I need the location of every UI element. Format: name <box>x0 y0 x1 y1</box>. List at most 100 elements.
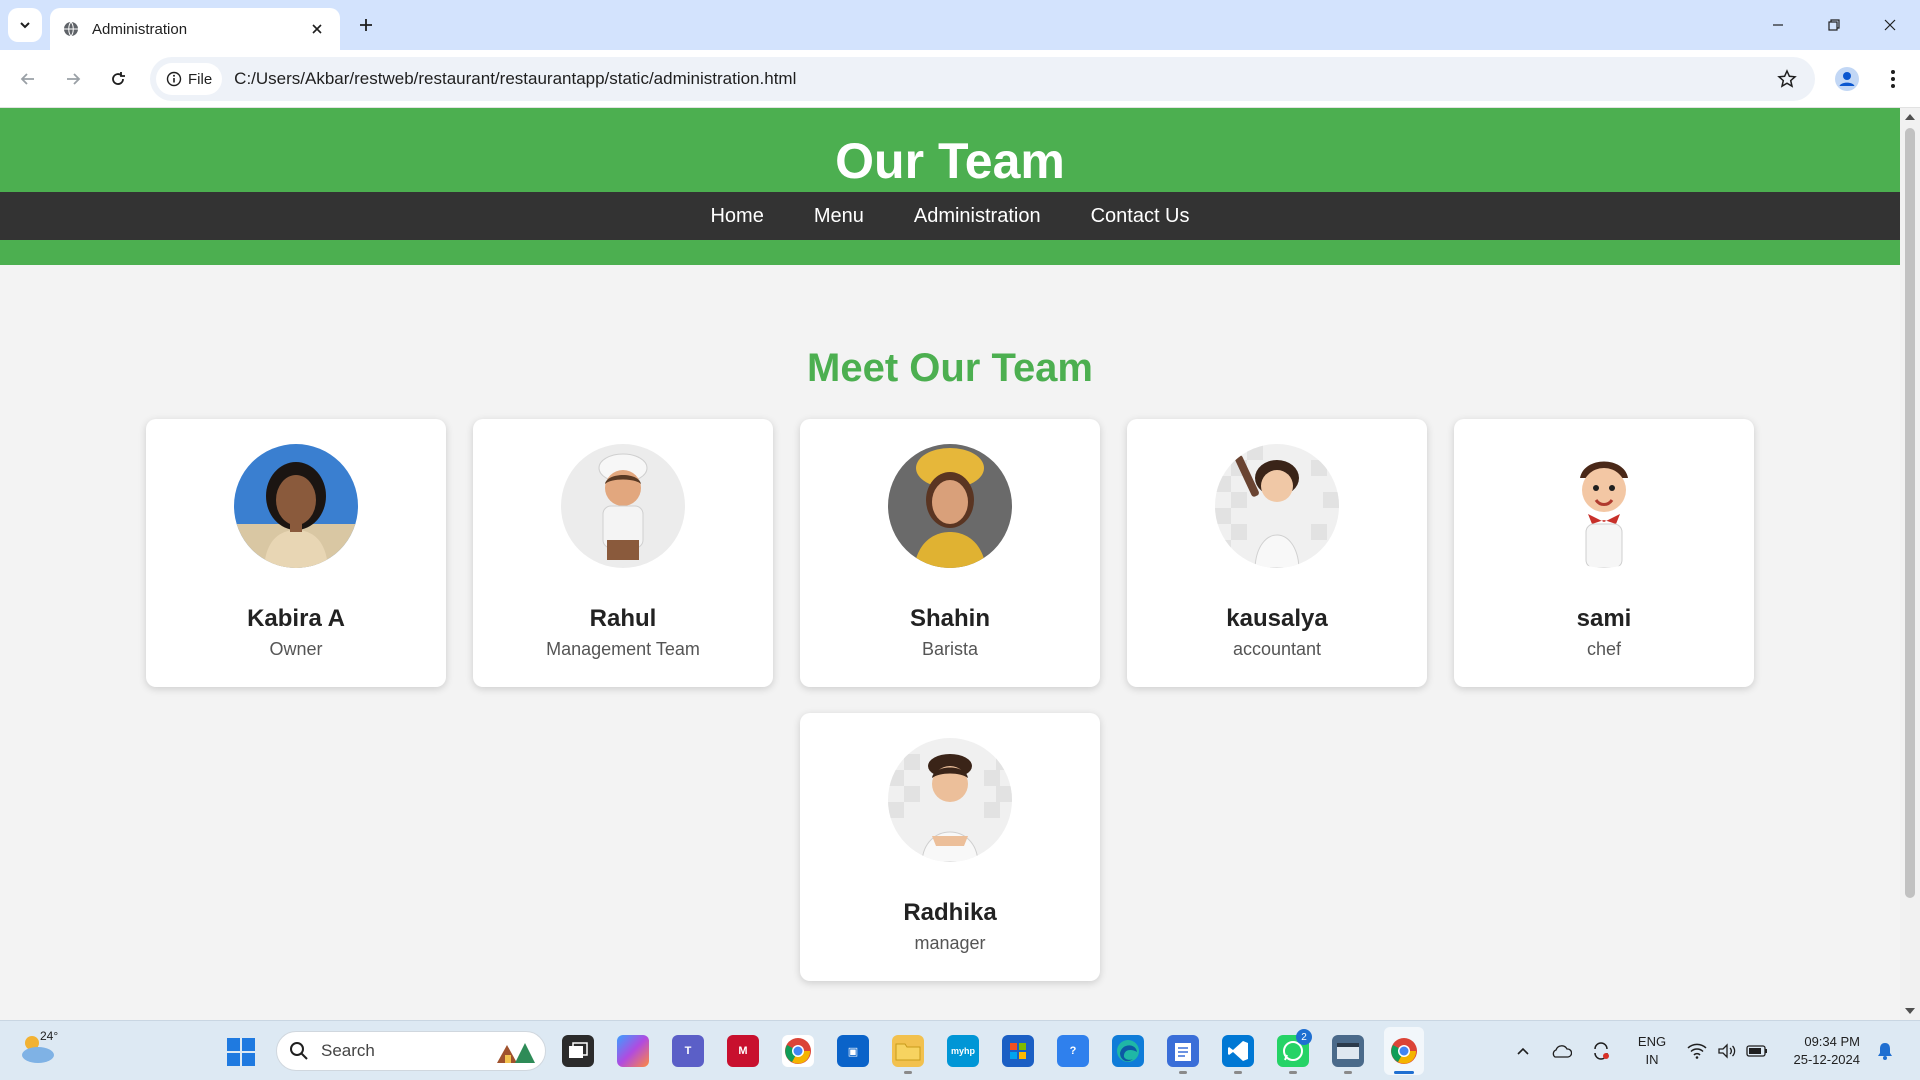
team-card: sami chef <box>1454 419 1754 687</box>
onedrive-cloud-icon[interactable] <box>1550 1041 1572 1061</box>
close-icon <box>1884 19 1896 31</box>
more-vertical-icon <box>1891 70 1895 88</box>
restore-button[interactable] <box>1806 0 1862 50</box>
volume-icon[interactable] <box>1716 1041 1738 1061</box>
microsoft-store-icon[interactable] <box>1002 1035 1034 1067</box>
reload-icon <box>112 72 125 85</box>
page-scrollbar[interactable] <box>1900 108 1920 1020</box>
terminal-running-indicator <box>1344 1071 1352 1074</box>
file-explorer-icon[interactable] <box>892 1035 924 1067</box>
nav-link-administration[interactable]: Administration <box>914 205 1041 228</box>
restore-icon <box>1828 19 1840 31</box>
windows-logo-icon <box>227 1038 255 1066</box>
close-window-button[interactable] <box>1862 0 1918 50</box>
nav-link-menu[interactable]: Menu <box>814 205 864 228</box>
page-title: Our Team <box>835 133 1065 189</box>
team-member-photo <box>561 444 685 568</box>
task-view-icon[interactable] <box>562 1035 594 1067</box>
whatsapp-notification-badge: 2 <box>1296 1029 1312 1045</box>
profile-button[interactable] <box>1830 62 1864 96</box>
bookmark-star-icon[interactable] <box>1775 67 1799 91</box>
reload-button[interactable] <box>100 61 136 97</box>
taskbar-search[interactable]: Search <box>276 1031 546 1071</box>
scroll-down-arrow-icon[interactable] <box>1904 1006 1916 1016</box>
plus-icon <box>360 19 372 31</box>
file-explorer-running-indicator <box>904 1071 912 1074</box>
team-member-role: Management Team <box>546 639 700 659</box>
arrow-left-icon <box>20 73 34 85</box>
team-card: kausalya accountant <box>1127 419 1427 687</box>
language-code: ENG <box>1637 1034 1667 1049</box>
vscode-icon[interactable] <box>1222 1035 1254 1067</box>
region-code: IN <box>1645 1052 1659 1067</box>
team-member-name: Radhika <box>903 899 997 926</box>
arrow-right-icon <box>67 73 81 85</box>
team-member-name: Kabira A <box>247 605 345 632</box>
new-tab-button[interactable] <box>352 11 380 39</box>
notification-bell-icon[interactable] <box>1874 1041 1896 1061</box>
wifi-icon[interactable] <box>1686 1041 1708 1061</box>
team-card: Rahul Management Team <box>473 419 773 687</box>
team-member-role: Barista <box>921 639 979 659</box>
team-member-photo <box>888 444 1012 568</box>
windows-taskbar: 24° Search T M ▣ myhp ? 2 ENG IN 09:34 P… <box>0 1020 1920 1080</box>
nav-link-contact-us[interactable]: Contact Us <box>1091 205 1190 228</box>
terminal-window-icon[interactable] <box>1332 1035 1364 1067</box>
search-icon <box>290 1042 308 1060</box>
sync-icon[interactable] <box>1590 1041 1612 1061</box>
language-indicator[interactable]: ENG IN <box>1634 1033 1670 1069</box>
minimize-button[interactable] <box>1750 0 1806 50</box>
edge-icon[interactable] <box>1112 1035 1144 1067</box>
site-chip-label: File <box>188 70 213 88</box>
chrome-icon[interactable] <box>782 1035 814 1067</box>
whatsapp-running-indicator <box>1289 1071 1297 1074</box>
mcafee-icon[interactable]: M <box>727 1035 759 1067</box>
browser-tab-strip: Administration <box>0 0 1920 50</box>
copilot-icon[interactable] <box>617 1035 649 1067</box>
remote-desktop-icon[interactable]: ▣ <box>837 1035 869 1067</box>
scrollbar-thumb[interactable] <box>1905 128 1915 898</box>
browser-tab-administration[interactable]: Administration <box>50 8 340 50</box>
team-card: Radhika manager <box>800 713 1100 981</box>
chevron-down-icon <box>20 22 30 29</box>
chrome-active-indicator <box>1394 1071 1414 1074</box>
myhp-icon[interactable]: myhp <box>947 1035 979 1067</box>
url-text[interactable]: C:/Users/Akbar/restweb/restaurant/restau… <box>234 69 796 89</box>
chevron-up-icon[interactable] <box>1512 1041 1534 1061</box>
forward-button[interactable] <box>55 61 91 97</box>
team-card: Kabira A Owner <box>146 419 446 687</box>
close-tab-icon[interactable] <box>306 18 328 40</box>
site-info-chip[interactable]: File <box>156 63 223 95</box>
back-button[interactable] <box>10 61 46 97</box>
scroll-up-arrow-icon[interactable] <box>1904 112 1916 122</box>
notepad-icon[interactable] <box>1167 1035 1199 1067</box>
vscode-running-indicator <box>1234 1071 1242 1074</box>
team-member-name: Shahin <box>909 605 990 632</box>
system-clock[interactable]: 09:34 PM 25-12-2024 <box>1780 1033 1861 1069</box>
search-highlight-icon <box>497 1043 535 1063</box>
clock-date: 25-12-2024 <box>1793 1052 1861 1067</box>
taskbar-search-placeholder: Search <box>321 1041 375 1060</box>
site-nav: Home Menu Administration Contact Us <box>0 192 1900 240</box>
team-member-role: accountant <box>1232 639 1322 659</box>
browser-menu-button[interactable] <box>1876 62 1910 96</box>
team-member-name: kausalya <box>1226 605 1328 632</box>
team-member-role: manager <box>914 933 986 953</box>
nav-link-home[interactable]: Home <box>710 205 763 228</box>
profile-avatar-icon <box>1835 67 1859 91</box>
team-member-role: chef <box>1586 639 1622 659</box>
team-member-name: sami <box>1576 605 1632 632</box>
battery-icon[interactable] <box>1746 1041 1768 1061</box>
chrome-active-icon[interactable] <box>1388 1035 1420 1067</box>
globe-icon <box>62 20 80 38</box>
clock-time: 09:34 PM <box>1804 1034 1860 1049</box>
section-title: Meet Our Team <box>807 346 1093 390</box>
address-bar[interactable]: File C:/Users/Akbar/restweb/restaurant/r… <box>150 57 1815 101</box>
team-member-photo <box>888 738 1012 862</box>
get-help-icon[interactable]: ? <box>1057 1035 1089 1067</box>
teams-icon[interactable]: T <box>672 1035 704 1067</box>
tab-search-button[interactable] <box>8 8 42 42</box>
site-header: Our Team Home Menu Administration Contac… <box>0 108 1900 265</box>
start-button[interactable] <box>226 1037 256 1067</box>
info-icon <box>166 71 182 87</box>
